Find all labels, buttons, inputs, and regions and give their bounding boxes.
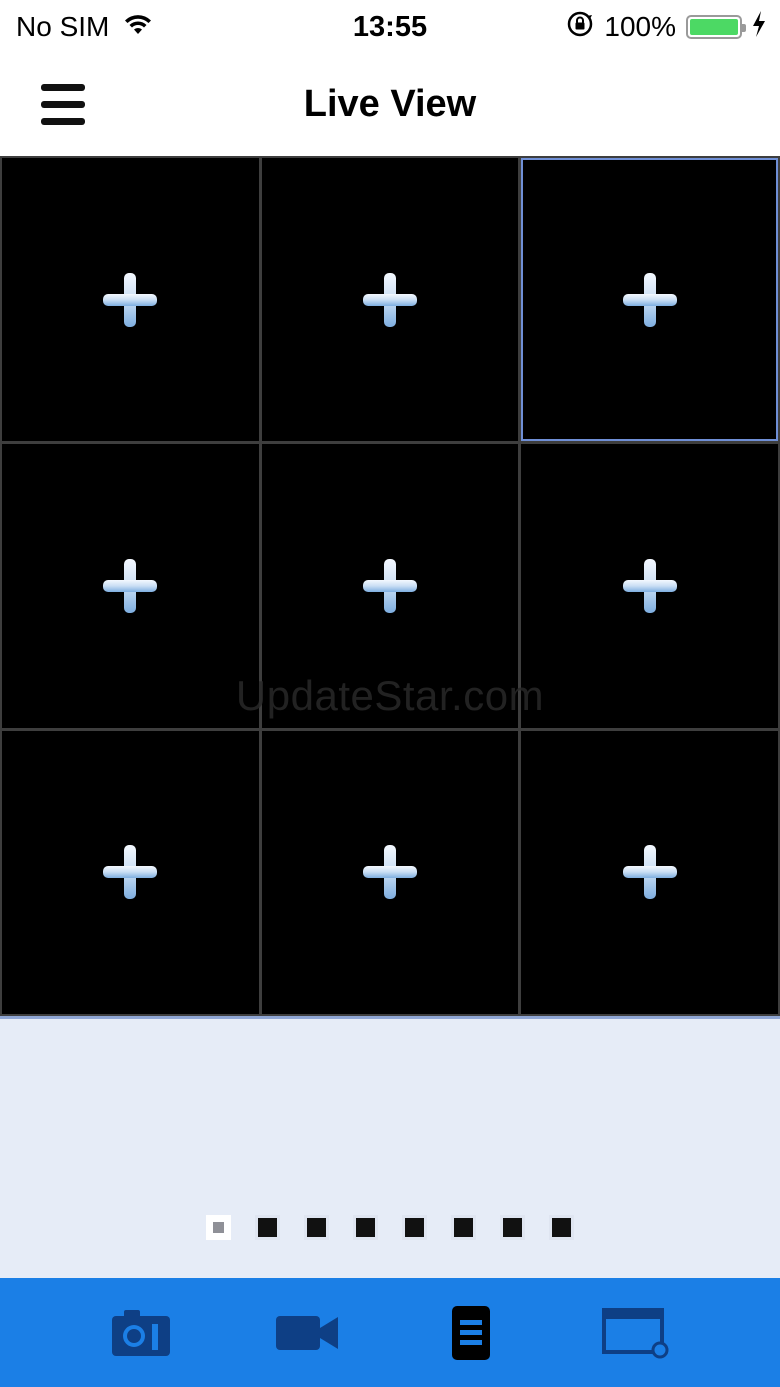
camera-slot[interactable] <box>2 730 259 1014</box>
page-dot[interactable] <box>255 1215 280 1240</box>
add-camera-plus-icon <box>103 845 158 900</box>
camera-slot[interactable] <box>521 730 778 1014</box>
add-camera-plus-icon <box>362 558 417 613</box>
battery-percent: 100% <box>604 11 676 42</box>
page-dot[interactable] <box>451 1215 476 1240</box>
page-dot[interactable] <box>402 1215 427 1240</box>
status-bar: No SIM 13:55 100% <box>0 0 780 54</box>
record-video-icon[interactable] <box>272 1300 342 1366</box>
page-dot[interactable] <box>353 1215 378 1240</box>
add-camera-plus-icon <box>622 845 677 900</box>
orientation-lock-icon <box>566 10 594 45</box>
camera-slot[interactable] <box>261 730 519 1014</box>
camera-slot[interactable] <box>2 158 259 442</box>
nav-bar: Live View <box>0 54 780 156</box>
page-dot[interactable] <box>500 1215 525 1240</box>
live-view-grid <box>0 156 780 1016</box>
status-right: 100% <box>566 10 766 44</box>
page-dot[interactable] <box>304 1215 329 1240</box>
window-playback-icon[interactable] <box>600 1300 670 1366</box>
add-camera-plus-icon <box>622 558 677 613</box>
add-camera-plus-icon <box>622 272 677 327</box>
list-menu-icon[interactable] <box>436 1300 506 1366</box>
battery-level-fill <box>690 19 738 35</box>
battery-cap <box>742 24 746 32</box>
snapshot-camera-icon[interactable] <box>106 1300 176 1366</box>
camera-slot[interactable] <box>521 444 778 728</box>
camera-slot[interactable] <box>261 158 519 442</box>
camera-slot[interactable] <box>521 158 778 442</box>
camera-slot[interactable] <box>2 444 259 728</box>
bottom-toolbar <box>0 1278 780 1387</box>
page-indicator <box>0 1215 780 1240</box>
charging-bolt-icon <box>752 10 766 44</box>
add-camera-plus-icon <box>103 558 158 613</box>
add-camera-plus-icon <box>362 845 417 900</box>
add-camera-plus-icon <box>103 272 158 327</box>
camera-slot[interactable] <box>261 444 519 728</box>
battery-icon <box>686 15 746 39</box>
page-dot[interactable] <box>206 1215 231 1240</box>
page-title: Live View <box>303 83 477 125</box>
control-area <box>0 1016 780 1278</box>
page-dot[interactable] <box>549 1215 574 1240</box>
add-camera-plus-icon <box>362 272 417 327</box>
